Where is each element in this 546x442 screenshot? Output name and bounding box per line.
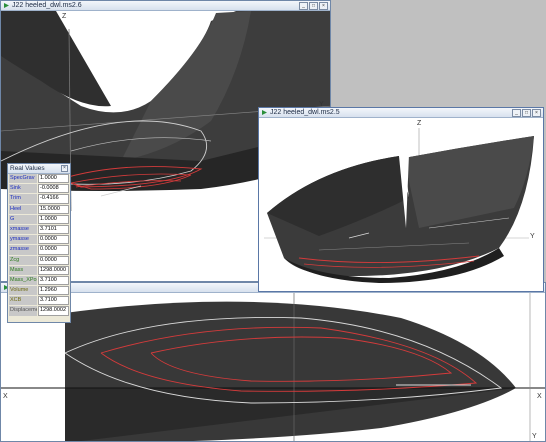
real-values-row-displacement: Displacement1298.0002 (9, 306, 69, 317)
y-axis-label-bottom: Y (532, 433, 537, 440)
real-values-row-zmasse: zmasse 0.0000 (9, 245, 69, 256)
app-icon (4, 3, 9, 8)
real-values-row-g: G 1.0000 (9, 214, 69, 225)
real-values-row-xmasse: xmasse 3.7101 (9, 224, 69, 236)
real-values-label: Heel (9, 204, 37, 214)
real-values-label: ymasse (9, 235, 37, 245)
real-values-row-xcb: XCB 3.7100 (9, 296, 69, 307)
hull-plan-render (1, 293, 545, 441)
real-values-table: SpecGrav 1.0000 Sink -0.0008 Trim -0.4166 Heel… (8, 174, 70, 317)
real-values-row-trim: Trim -0.4166 (9, 194, 69, 205)
hull-section-render (259, 118, 543, 291)
real-values-row-specgrav: SpecGrav 1.0000 (9, 174, 69, 185)
real-values-field[interactable]: 0.0000 (38, 235, 69, 245)
real-values-label: SpecGrav (9, 174, 37, 184)
z-axis-label: Z (62, 13, 67, 20)
real-values-field[interactable]: -0.4166 (38, 194, 69, 204)
real-values-row-zcg: Zcg 0.0000 (9, 255, 69, 266)
top-left-titlebar[interactable]: J22 heeled_dwl.ms2.6 _ □ × (1, 1, 330, 11)
z-axis-label: Z (417, 120, 422, 127)
x-axis-label-right: X (537, 393, 542, 400)
real-values-label: Sink (9, 184, 37, 194)
minimize-button[interactable]: _ (512, 109, 521, 117)
real-values-panel: Real Values × SpecGrav 1.0000 Sink -0.0008 T… (7, 163, 71, 323)
right-3d-canvas[interactable]: Z Y (259, 118, 543, 291)
minimize-button[interactable]: _ (299, 2, 308, 10)
real-values-field[interactable]: 1298.0000 (38, 265, 69, 275)
real-values-label: XCB (9, 296, 37, 306)
real-values-row-mass: Mass 1298.0000 (9, 265, 69, 276)
close-button[interactable]: × (532, 109, 541, 117)
real-values-field[interactable]: -0.0008 (38, 184, 69, 194)
real-values-label: Displacement (9, 306, 37, 316)
real-values-row-volume: Volume 1.2960 (9, 286, 69, 297)
right-viewport-window: J22 heeled_dwl.ms2.5 _ □ × Z Y (258, 107, 544, 292)
real-values-label: Mass (9, 265, 37, 275)
real-values-label: G (9, 214, 37, 224)
x-axis-label-left: X (3, 393, 8, 400)
real-values-field[interactable]: 15.0000 (38, 204, 69, 214)
real-values-row-sink: Sink -0.0008 (9, 184, 69, 195)
real-values-row-ymasse: ymasse 0.0000 (9, 235, 69, 246)
real-values-row-mass_xpos: Mass_XPos 3.7100 (9, 275, 69, 287)
real-values-label: Zcg (9, 255, 37, 265)
real-values-label: Volume (9, 286, 37, 296)
real-values-label: Trim (9, 194, 37, 204)
real-values-field[interactable]: 3.7100 (38, 296, 69, 306)
right-window-title: J22 heeled_dwl.ms2.5 (270, 109, 340, 116)
real-values-field[interactable]: 0.0000 (38, 255, 69, 265)
y-axis-label: Y (530, 233, 535, 240)
maximize-button[interactable]: □ (522, 109, 531, 117)
bottom-3d-canvas[interactable]: X X Y (1, 293, 545, 441)
real-values-field[interactable]: 1298.0002 (38, 306, 69, 316)
real-values-field[interactable]: 1.0000 (38, 174, 69, 184)
real-values-field[interactable]: 1.0000 (38, 214, 69, 224)
real-values-label: zmasse (9, 245, 37, 255)
real-values-label: Mass_XPos (9, 275, 37, 286)
real-values-label: xmasse (9, 224, 37, 235)
real-values-close-button[interactable]: × (61, 165, 68, 172)
close-button[interactable]: × (319, 2, 328, 10)
bottom-viewport-window: X X Y (0, 282, 546, 442)
real-values-row-heel: Heel 15.0000 (9, 204, 69, 215)
right-titlebar[interactable]: J22 heeled_dwl.ms2.5 _ □ × (259, 108, 543, 118)
real-values-field[interactable]: 3.7100 (38, 275, 69, 286)
maximize-button[interactable]: □ (309, 2, 318, 10)
real-values-field[interactable]: 3.7101 (38, 224, 69, 235)
real-values-field[interactable]: 0.0000 (38, 245, 69, 255)
app-icon (262, 110, 267, 115)
real-values-titlebar[interactable]: Real Values × (8, 164, 70, 174)
real-values-title: Real Values (10, 165, 45, 172)
top-left-window-title: J22 heeled_dwl.ms2.6 (12, 2, 82, 9)
real-values-field[interactable]: 1.2960 (38, 286, 69, 296)
